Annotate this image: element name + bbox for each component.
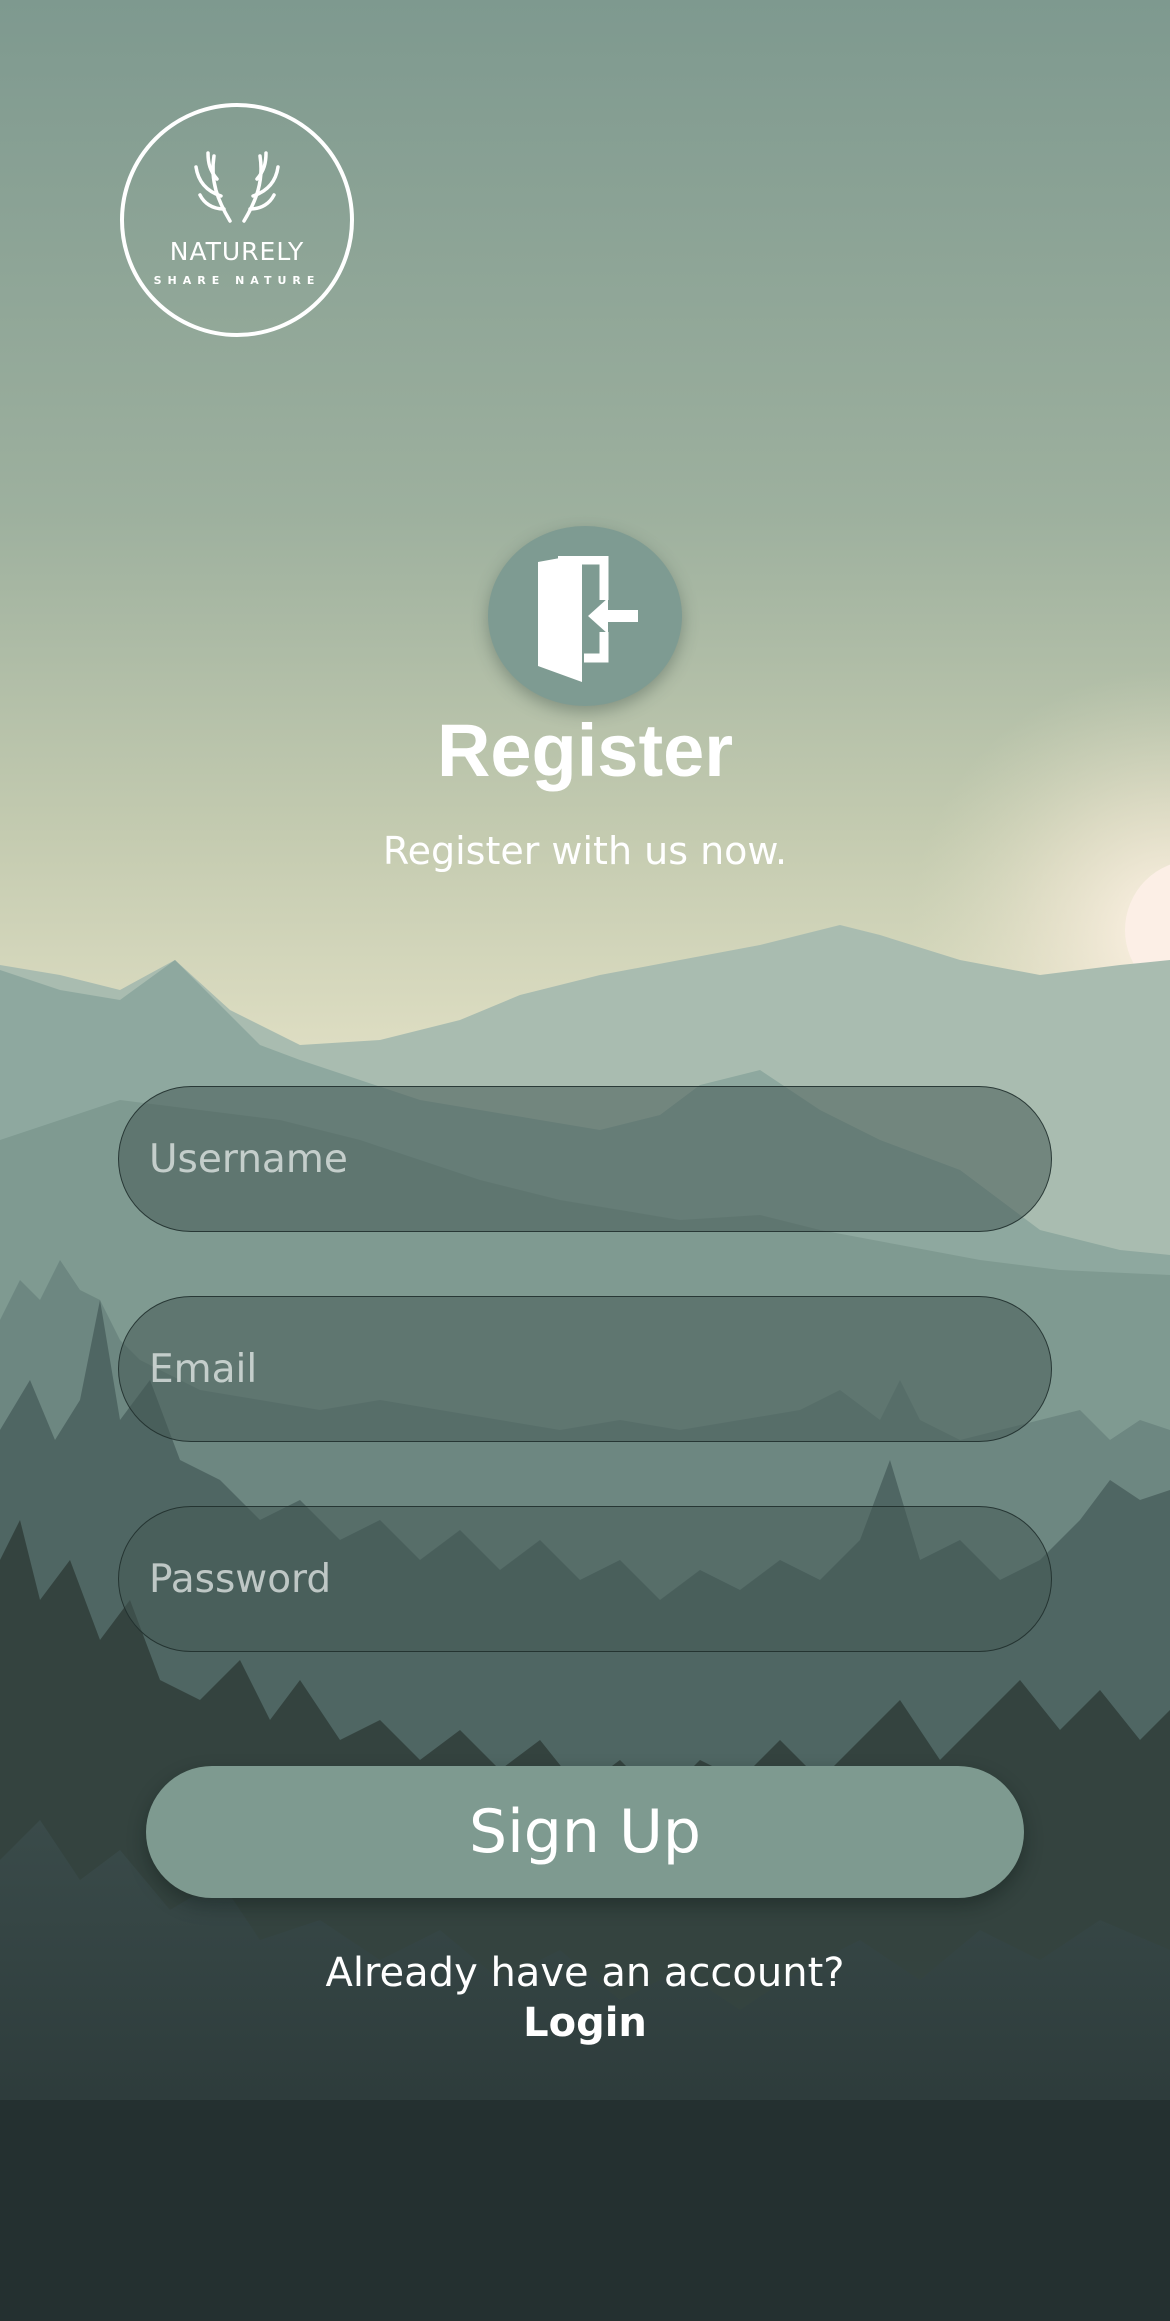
email-input[interactable]: [118, 1296, 1052, 1442]
register-screen: NATURELY SHARE NATURE Register Register …: [0, 0, 1170, 2321]
page-title: Register: [436, 709, 734, 792]
username-input[interactable]: [118, 1086, 1052, 1232]
brand-tagline: SHARE NATURE: [153, 274, 321, 287]
sign-up-button[interactable]: Sign Up: [146, 1766, 1024, 1898]
register-icon-badge: [488, 526, 682, 706]
account-prompt: Already have an account?: [325, 1950, 845, 1996]
login-link[interactable]: Login: [485, 1998, 685, 2048]
password-input[interactable]: [118, 1506, 1052, 1652]
antlers-logo-icon: [120, 103, 354, 337]
brand-name: NATURELY: [169, 237, 305, 266]
naturely-logo: NATURELY SHARE NATURE: [118, 101, 356, 339]
door-enter-icon: [538, 556, 638, 682]
page-subtitle: Register with us now.: [382, 829, 788, 873]
